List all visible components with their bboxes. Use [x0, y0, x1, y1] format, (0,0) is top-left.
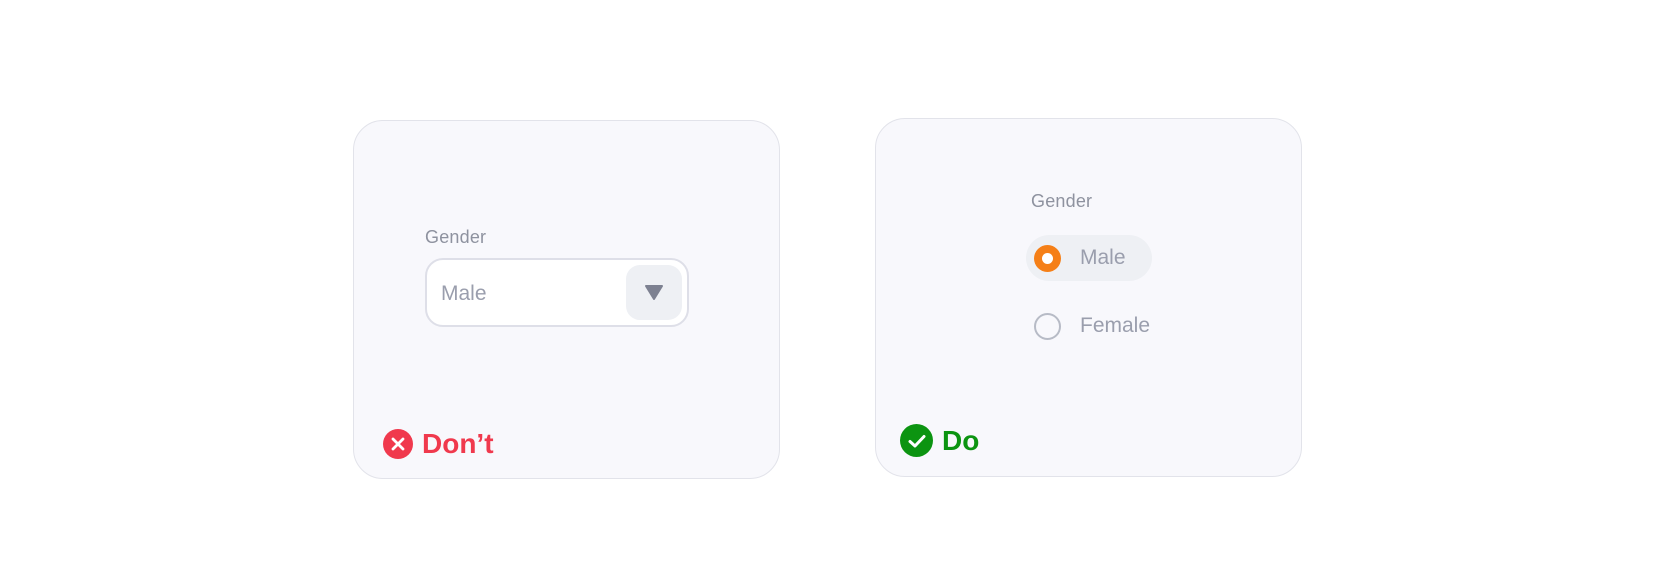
radio-option-female[interactable]: Female: [1026, 303, 1186, 349]
radio-label: Male: [1080, 246, 1126, 269]
do-label: Do: [942, 424, 980, 456]
do-verdict: Do: [900, 424, 979, 457]
do-example-card: Gender Male Female Do: [875, 118, 1302, 477]
x-circle-icon: [383, 429, 413, 459]
radio-option-male[interactable]: Male: [1026, 235, 1152, 281]
triangle-down-icon: [645, 285, 663, 300]
dont-label: Don’t: [422, 428, 494, 459]
check-circle-icon: [900, 424, 933, 457]
select-value: Male: [441, 282, 487, 305]
dont-example-card: Gender Male Don’t: [353, 120, 780, 479]
gender-label: Gender: [425, 227, 487, 247]
dont-verdict: Don’t: [383, 428, 494, 460]
gender-select[interactable]: Male: [425, 258, 689, 327]
radio-selected-icon: [1034, 244, 1061, 272]
dropdown-toggle-button[interactable]: [626, 265, 682, 320]
radio-label: Female: [1080, 314, 1151, 337]
radio-unselected-icon: [1034, 312, 1061, 340]
gender-label: Gender: [1031, 191, 1093, 211]
